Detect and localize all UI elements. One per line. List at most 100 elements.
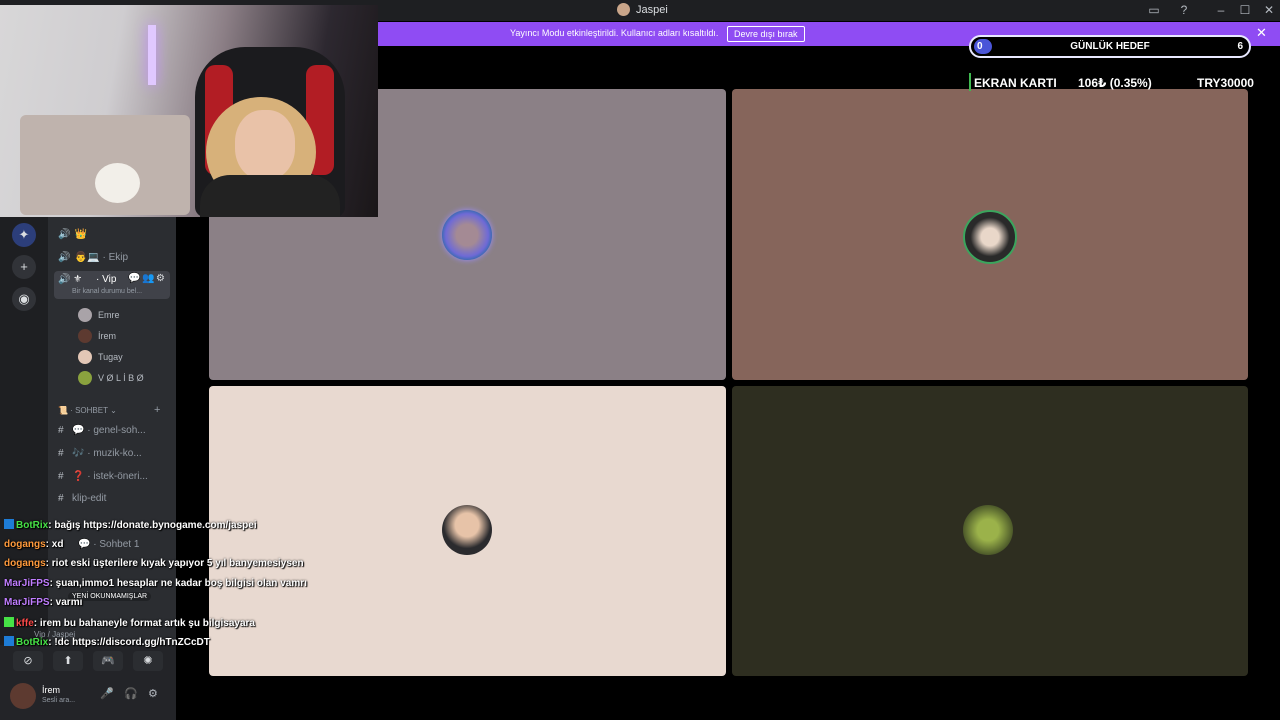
channel-emoji: 🎶 <box>72 448 85 459</box>
channel-label: · genel-soh... <box>87 425 146 436</box>
channel-emoji: 👑 <box>74 229 88 240</box>
avatar <box>78 329 92 343</box>
voice-controls: Vip / Jaspei ⊘ ⬆ 🎮 ✺ <box>0 630 176 675</box>
text-channel[interactable]: # ❓ · istek-öneri... <box>58 471 148 482</box>
chat-text: : şuan,immo1 hesaplar ne kadar boş bilgi… <box>49 578 307 589</box>
chat-text: : varmı <box>49 597 83 608</box>
channel-emoji: 💬 <box>72 425 85 436</box>
invite-icon[interactable]: 👥 <box>142 273 154 284</box>
help-icon[interactable]: ? <box>1175 2 1193 18</box>
hash-icon: # <box>58 471 64 482</box>
voice-channel-ekip[interactable]: 🔊 👨💻 · Ekip <box>58 252 128 263</box>
speaker-icon: 🔊 ⚜ <box>58 274 83 285</box>
channel-label: · istek-öneri... <box>87 471 148 482</box>
disable-streamer-mode-button[interactable]: Devre dışı bırak <box>727 26 805 42</box>
daily-goal-overlay: 0 GÜNLÜK HEDEF 6 <box>969 35 1251 58</box>
chat-text: : xd <box>45 539 64 550</box>
screen-share-icon[interactable]: ⬆ <box>53 651 83 671</box>
price-ticker: EKRAN KARTI 106₺ (0.35%) TRY30000 <box>969 73 1254 91</box>
hash-icon: # <box>58 448 64 459</box>
ticker-product: EKRAN KARTI <box>974 76 1057 90</box>
channel-emoji: ❓ <box>72 471 85 482</box>
chat-username: MarJiFPS <box>4 597 50 608</box>
speaker-icon: 🔊 <box>58 229 71 240</box>
chat-text: : irem bu bahaneyle format artık şu bilg… <box>33 618 255 629</box>
text-channel[interactable]: # klip-edit <box>58 493 106 504</box>
video-tile-4[interactable] <box>732 386 1248 676</box>
badge-icon <box>4 636 14 646</box>
streamer-face <box>235 110 295 180</box>
add-channel-icon[interactable]: + <box>154 404 160 416</box>
add-server-icon[interactable]: + <box>12 255 36 279</box>
voice-member[interactable]: Emre <box>78 308 120 322</box>
chat-message: dogangs: riot eski üşterilere kıyak yapı… <box>4 558 304 569</box>
voice-member[interactable]: V Ø L İ B Ø <box>78 371 144 385</box>
chat-message: MarJiFPS: şuan,immo1 hesaplar ne kadar b… <box>4 578 307 589</box>
member-name: Tugay <box>98 352 123 362</box>
gear-icon[interactable]: ⚙ <box>156 273 165 284</box>
chat-username: kffe <box>16 618 34 629</box>
webcam-light <box>148 25 156 85</box>
chat-text: : !dc https://discord.gg/hTnZCcDT <box>48 637 210 648</box>
goal-label: GÜNLÜK HEDEF <box>1070 41 1150 52</box>
member-name: V Ø L İ B Ø <box>98 373 144 383</box>
goal-target: 6 <box>1237 41 1243 52</box>
member-name: İrem <box>98 331 116 341</box>
voice-channel-crown[interactable]: 🔊 👑 <box>58 229 87 240</box>
maximize-button[interactable]: ☐ <box>1236 2 1254 18</box>
voice-channel-sohbet[interactable]: 💬 · Sohbet 1 <box>78 539 139 550</box>
screen-share-icon[interactable]: ▭ <box>1145 2 1163 18</box>
text-channel[interactable]: # 🎶 · muzik-ko... <box>58 448 142 459</box>
streamer-body <box>200 175 340 217</box>
explore-icon[interactable]: ◉ <box>12 287 36 311</box>
hash-icon: # <box>58 425 64 436</box>
channel-label: · Ekip <box>102 252 129 263</box>
username: İrem <box>42 685 60 695</box>
participant-avatar <box>442 505 492 555</box>
voice-channel-vip[interactable]: 🔊 ⚜ · Vip 💬 👥 ⚙ Bir kanal durumu bel... <box>54 271 170 299</box>
badge-icon <box>4 519 14 529</box>
minimize-button[interactable]: – <box>1212 2 1230 18</box>
microphone-icon[interactable]: 🎤 <box>100 687 114 700</box>
camera-off-icon[interactable]: ⊘ <box>13 651 43 671</box>
chat-icon[interactable]: 💬 <box>128 273 140 284</box>
channel-emoji: 👨💻 <box>74 252 100 263</box>
voice-member[interactable]: Tugay <box>78 350 123 364</box>
category-sohbet[interactable]: 📜 · SOHBET ⌄ <box>58 406 117 415</box>
user-status: Sesli ara... <box>42 697 76 704</box>
video-tile-2[interactable] <box>732 89 1248 380</box>
close-window-button[interactable]: ✕ <box>1260 2 1278 18</box>
webcam-plush <box>95 163 140 203</box>
participant-avatar <box>963 505 1013 555</box>
badge-icon <box>4 617 14 627</box>
chat-username: BotRix <box>16 520 49 531</box>
channel-status[interactable]: Bir kanal durumu bel... <box>72 288 142 295</box>
chat-text: : riot eski üşterilere kıyak yapıyor 5 y… <box>45 558 304 569</box>
avatar[interactable] <box>10 683 36 709</box>
voice-member[interactable]: İrem <box>78 329 116 343</box>
window-title: Jaspei <box>617 3 668 16</box>
headphones-icon[interactable]: 🎧 <box>124 687 138 700</box>
close-icon[interactable]: ✕ <box>1256 25 1267 41</box>
video-tile-3[interactable] <box>209 386 726 676</box>
chat-username: dogangs <box>4 539 46 550</box>
webcam-overlay <box>0 5 378 217</box>
participant-avatar <box>442 210 492 260</box>
chat-username: dogangs <box>4 558 46 569</box>
vip-channel-label: · Vip <box>96 274 117 285</box>
gear-icon[interactable]: ⚙ <box>148 687 158 700</box>
channel-avatar-icon <box>617 3 630 16</box>
soundboard-icon[interactable]: ✺ <box>133 651 163 671</box>
scroll-icon: 📜 <box>58 406 68 415</box>
chat-message: kffe: irem bu bahaneyle format artık şu … <box>4 617 255 629</box>
text-channel[interactable]: # 💬 · genel-soh... <box>58 425 146 436</box>
user-panel: İrem Sesli ara... 🎤 🎧 ⚙ <box>0 675 176 720</box>
category-label: · SOHBET <box>70 406 108 415</box>
chat-message: dogangs: xd <box>4 539 63 550</box>
speaker-icon: 🔊 <box>58 252 71 263</box>
server-icon[interactable]: ✦ <box>12 223 36 247</box>
participant-avatar <box>963 210 1017 264</box>
ticker-price: TRY30000 <box>1197 76 1254 90</box>
chat-username: BotRix <box>16 637 49 648</box>
activity-icon[interactable]: 🎮 <box>93 651 123 671</box>
